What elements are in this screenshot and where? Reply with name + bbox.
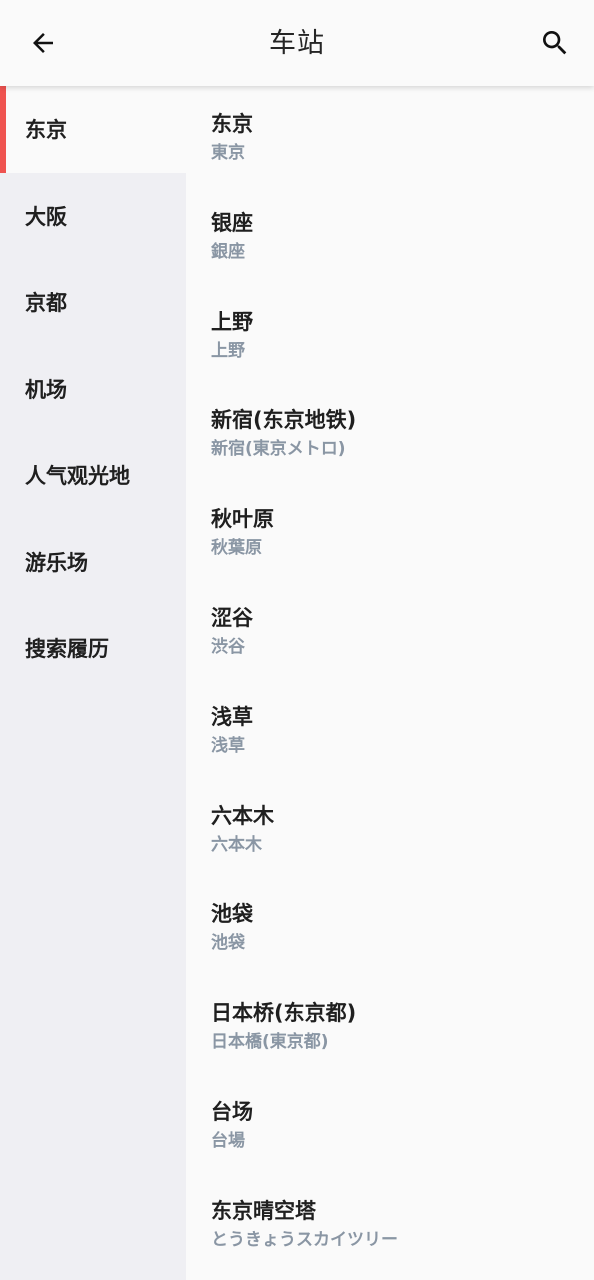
sidebar-item-label: 机场 — [25, 377, 67, 402]
sidebar-item-label: 人气观光地 — [25, 464, 130, 489]
station-native-name: 銀座 — [211, 241, 245, 262]
station-list: 东京 東京 银座 銀座 上野 上野 新宿(东京地铁) 新宿(東京メトロ) 秋叶原… — [186, 86, 594, 1280]
sidebar-item-kyoto[interactable]: 京都 — [0, 259, 186, 346]
sidebar-item-osaka[interactable]: 大阪 — [0, 173, 186, 260]
search-button[interactable] — [530, 18, 580, 68]
station-native-name: 上野 — [211, 340, 245, 361]
station-native-name: とうきょうスカイツリー — [211, 1229, 398, 1250]
station-row[interactable]: 银座 銀座 — [186, 185, 594, 284]
station-name: 东京 — [211, 112, 253, 136]
station-row[interactable]: 上野 上野 — [186, 284, 594, 383]
sidebar-item-label: 京都 — [25, 291, 67, 316]
station-row[interactable]: 涩谷 渋谷 — [186, 580, 594, 679]
station-native-name: 台場 — [211, 1130, 245, 1151]
station-native-name: 六本木 — [211, 834, 262, 855]
station-row[interactable]: 新宿(东京地铁) 新宿(東京メトロ) — [186, 382, 594, 481]
station-name: 台场 — [211, 1099, 253, 1124]
station-name: 银座 — [211, 210, 253, 235]
station-native-name: 新宿(東京メトロ) — [211, 439, 346, 460]
station-row[interactable]: 台场 台場 — [186, 1074, 594, 1173]
sidebar-item-popular-spots[interactable]: 人气观光地 — [0, 432, 186, 519]
station-name: 秋叶原 — [211, 507, 274, 532]
search-icon — [543, 31, 567, 55]
sidebar-item-airport[interactable]: 机场 — [0, 346, 186, 433]
station-native-name: 浅草 — [211, 735, 245, 756]
station-name: 六本木 — [211, 803, 274, 828]
station-name: 东京晴空塔 — [211, 1198, 316, 1223]
station-native-name: 池袋 — [211, 933, 245, 954]
station-name: 池袋 — [211, 902, 253, 927]
page-title: 车站 — [269, 28, 325, 59]
sidebar-item-label: 大阪 — [25, 204, 67, 229]
station-native-name: 東京 — [211, 143, 245, 163]
station-row[interactable]: 东京晴空塔 とうきょうスカイツリー — [186, 1173, 594, 1272]
sidebar-item-label: 游乐场 — [25, 550, 88, 575]
station-row[interactable]: 浅草 浅草 — [186, 679, 594, 778]
sidebar-item-amusement-parks[interactable]: 游乐场 — [0, 519, 186, 606]
sidebar-item-label: 东京 — [25, 118, 67, 143]
sidebar-item-tokyo[interactable]: 东京 — [0, 86, 186, 173]
station-name: 浅草 — [211, 704, 253, 729]
top-app-bar: 车站 — [0, 0, 594, 86]
station-name: 新宿(东京地铁) — [211, 408, 357, 433]
station-row[interactable]: 池袋 池袋 — [186, 876, 594, 975]
station-native-name: 日本橋(東京都) — [211, 1032, 329, 1053]
station-name: 上野 — [211, 309, 253, 334]
station-native-name: 渋谷 — [211, 636, 245, 657]
category-sidebar: 东京 大阪 京都 机场 人气观光地 游乐场 搜索履历 — [0, 86, 186, 1280]
station-row[interactable]: 东京 東京 — [186, 86, 594, 185]
station-row[interactable]: 六本木 六本木 — [186, 778, 594, 877]
sidebar-item-search-history[interactable]: 搜索履历 — [0, 605, 186, 692]
sidebar-item-label: 搜索履历 — [25, 637, 109, 662]
station-name: 日本桥(东京都) — [211, 1001, 357, 1026]
station-native-name: 秋葉原 — [211, 538, 262, 559]
station-row[interactable]: 日本桥(东京都) 日本橋(東京都) — [186, 975, 594, 1074]
app-root: 车站 东京 大阪 京都 机场 人气观光地 游乐场 搜索履历 东京 東京 银座 銀… — [0, 0, 594, 1280]
station-row[interactable]: 秋叶原 秋葉原 — [186, 481, 594, 580]
station-name: 涩谷 — [211, 605, 253, 630]
